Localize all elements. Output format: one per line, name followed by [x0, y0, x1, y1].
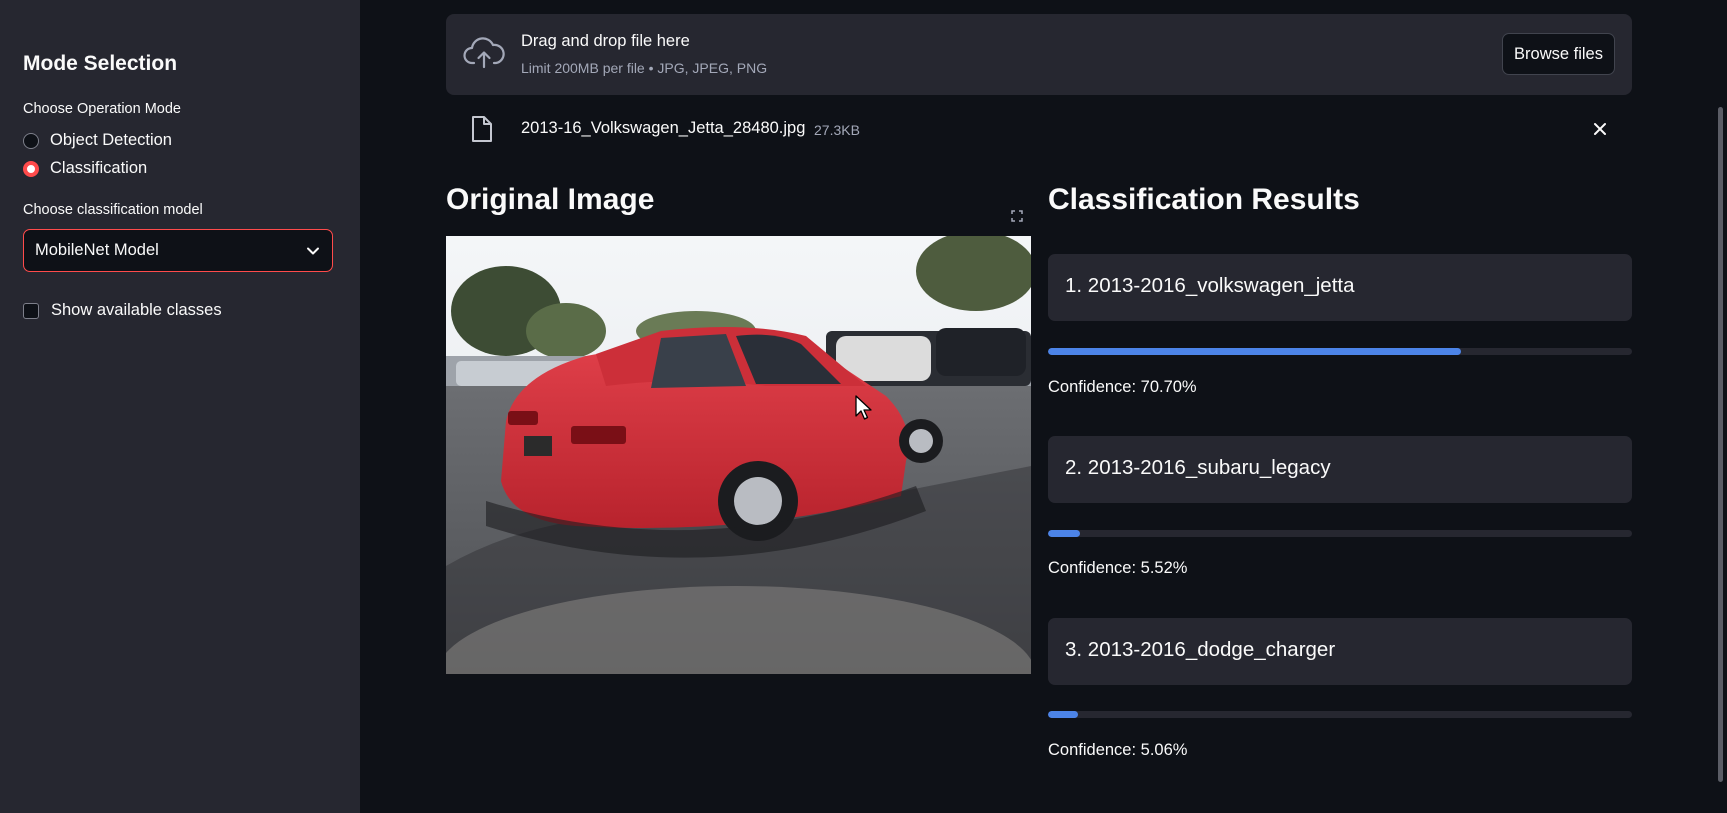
- uploaded-file-row: 2013-16_Volkswagen_Jetta_28480.jpg 27.3K…: [446, 106, 1632, 152]
- result-card-3: 3. 2013-2016_dodge_charger: [1048, 618, 1632, 685]
- result-card-1: 1. 2013-2016_volkswagen_jetta: [1048, 254, 1632, 321]
- uploaded-car-image: [446, 236, 1031, 674]
- fullscreen-icon[interactable]: [1011, 210, 1023, 222]
- result-card-2: 2. 2013-2016_subaru_legacy: [1048, 436, 1632, 503]
- operation-mode-label: Choose Operation Mode: [23, 101, 181, 117]
- show-classes-checkbox-row[interactable]: Show available classes: [23, 301, 222, 320]
- show-classes-checkbox[interactable]: [23, 302, 39, 319]
- confidence-bar-fill: [1048, 711, 1078, 718]
- confidence-text: Confidence: 5.06%: [1048, 741, 1188, 759]
- radio-classification[interactable]: Classification: [23, 159, 147, 178]
- dropzone-limits: Limit 200MB per file • JPG, JPEG, PNG: [521, 60, 768, 76]
- show-classes-label: Show available classes: [51, 301, 222, 319]
- confidence-text: Confidence: 5.52%: [1048, 559, 1188, 577]
- close-icon[interactable]: [1592, 121, 1608, 137]
- result-label: 3. 2013-2016_dodge_charger: [1065, 638, 1336, 661]
- mouse-cursor-icon: [855, 395, 872, 420]
- radio-button-off[interactable]: [23, 132, 39, 149]
- cloud-upload-icon: [463, 37, 505, 69]
- result-label: 2. 2013-2016_subaru_legacy: [1065, 456, 1331, 479]
- browse-files-button[interactable]: Browse files: [1502, 33, 1615, 75]
- scrollbar[interactable]: [1718, 107, 1723, 782]
- confidence-bar-fill: [1048, 348, 1461, 355]
- radio-label: Classification: [50, 159, 148, 177]
- confidence-bar: [1048, 530, 1632, 537]
- confidence-text: Confidence: 70.70%: [1048, 378, 1197, 396]
- confidence-bar: [1048, 711, 1632, 718]
- radio-button-on[interactable]: [23, 160, 39, 177]
- chevron-down-icon: [307, 247, 319, 254]
- file-name: 2013-16_Volkswagen_Jetta_28480.jpg: [521, 119, 806, 137]
- original-image-heading: Original Image: [446, 183, 655, 216]
- classification-results-heading: Classification Results: [1048, 183, 1360, 216]
- confidence-bar-fill: [1048, 530, 1081, 537]
- model-select[interactable]: MobileNet Model: [23, 229, 333, 272]
- file-size: 27.3KB: [814, 122, 860, 138]
- model-select-value: MobileNet Model: [35, 241, 159, 259]
- file-icon: [472, 116, 492, 142]
- sidebar: Mode Selection Choose Operation Mode Obj…: [0, 0, 360, 813]
- dropzone-title: Drag and drop file here: [521, 32, 690, 50]
- file-dropzone[interactable]: Drag and drop file here Limit 200MB per …: [446, 14, 1632, 95]
- radio-label: Object Detection: [50, 131, 172, 149]
- result-label: 1. 2013-2016_volkswagen_jetta: [1065, 274, 1355, 297]
- model-select-label: Choose classification model: [23, 202, 203, 218]
- sidebar-title: Mode Selection: [23, 52, 178, 75]
- radio-object-detection[interactable]: Object Detection: [23, 131, 172, 150]
- confidence-bar: [1048, 348, 1632, 355]
